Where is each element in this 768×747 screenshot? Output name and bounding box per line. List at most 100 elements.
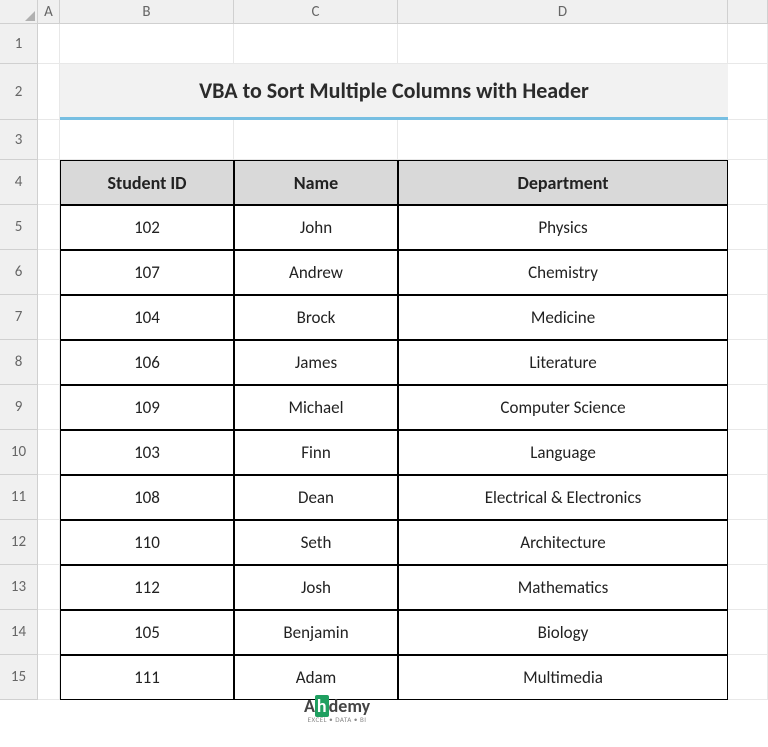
cell-blank[interactable] [728, 475, 768, 520]
table-cell-dept[interactable]: Language [398, 430, 728, 475]
table-cell-name[interactable]: Josh [234, 565, 398, 610]
row-header-6[interactable]: 6 [0, 250, 38, 295]
cell-blank[interactable] [728, 655, 768, 700]
cell-A14[interactable] [38, 610, 60, 655]
cell-A7[interactable] [38, 295, 60, 340]
table-cell-name[interactable]: Seth [234, 520, 398, 565]
table-cell-id[interactable]: 104 [60, 295, 234, 340]
table-cell-dept[interactable]: Architecture [398, 520, 728, 565]
table-cell-dept[interactable]: Physics [398, 205, 728, 250]
watermark-text: h [315, 695, 329, 717]
table-header-student-id[interactable]: Student ID [60, 160, 234, 205]
cell-A10[interactable] [38, 430, 60, 475]
cell-A2[interactable] [38, 64, 60, 120]
table-cell-id[interactable]: 112 [60, 565, 234, 610]
table-cell-id[interactable]: 102 [60, 205, 234, 250]
table-cell-name[interactable]: Dean [234, 475, 398, 520]
table-cell-name[interactable]: Finn [234, 430, 398, 475]
table-header-name[interactable]: Name [234, 160, 398, 205]
table-cell-dept[interactable]: Literature [398, 340, 728, 385]
cell-A11[interactable] [38, 475, 60, 520]
cell-blank[interactable] [728, 385, 768, 430]
cell-blank[interactable] [728, 430, 768, 475]
table-cell-name[interactable]: Brock [234, 295, 398, 340]
col-header-C[interactable]: C [234, 0, 398, 24]
table-cell-id[interactable]: 106 [60, 340, 234, 385]
cell-blank[interactable] [728, 205, 768, 250]
row-header-9[interactable]: 9 [0, 385, 38, 430]
cell-blank[interactable] [728, 340, 768, 385]
table-cell-dept[interactable]: Computer Science [398, 385, 728, 430]
cell-A9[interactable] [38, 385, 60, 430]
cell-blank[interactable] [398, 24, 728, 64]
row-header-4[interactable]: 4 [0, 160, 38, 205]
row-header-2[interactable]: 2 [0, 64, 38, 120]
watermark-text: demy [329, 695, 371, 717]
cell-blank[interactable] [234, 24, 398, 64]
col-header-E[interactable] [728, 0, 768, 24]
cell-blank[interactable] [728, 120, 768, 160]
table-cell-id[interactable]: 111 [60, 655, 234, 700]
table-cell-dept[interactable]: Medicine [398, 295, 728, 340]
table-cell-dept[interactable]: Mathematics [398, 565, 728, 610]
cell-blank[interactable] [60, 24, 234, 64]
row-header-5[interactable]: 5 [0, 205, 38, 250]
cell-A13[interactable] [38, 565, 60, 610]
cell-blank[interactable] [728, 64, 768, 120]
cell-A12[interactable] [38, 520, 60, 565]
cell-blank[interactable] [728, 610, 768, 655]
watermark-text: A [304, 695, 315, 717]
watermark-tagline: EXCEL • DATA • BI [304, 715, 370, 724]
table-header-department[interactable]: Department [398, 160, 728, 205]
cell-blank[interactable] [728, 250, 768, 295]
row-header-13[interactable]: 13 [0, 565, 38, 610]
table-cell-dept[interactable]: Multimedia [398, 655, 728, 700]
cell-blank[interactable] [728, 520, 768, 565]
row-header-12[interactable]: 12 [0, 520, 38, 565]
cell-A1[interactable] [38, 24, 60, 64]
table-cell-id[interactable]: 109 [60, 385, 234, 430]
table-cell-dept[interactable]: Electrical & Electronics [398, 475, 728, 520]
watermark: Ahdemy EXCEL • DATA • BI [304, 695, 370, 724]
cell-A6[interactable] [38, 250, 60, 295]
row-header-8[interactable]: 8 [0, 340, 38, 385]
row-header-1[interactable]: 1 [0, 24, 38, 64]
table-cell-id[interactable]: 105 [60, 610, 234, 655]
table-cell-name[interactable]: Adam [234, 655, 398, 700]
col-header-B[interactable]: B [60, 0, 234, 24]
table-cell-dept[interactable]: Biology [398, 610, 728, 655]
table-cell-id[interactable]: 108 [60, 475, 234, 520]
table-cell-name[interactable]: Benjamin [234, 610, 398, 655]
spreadsheet-grid: A B C D 123456789101112131415VBA to Sort… [0, 0, 768, 700]
table-cell-name[interactable]: Andrew [234, 250, 398, 295]
page-title[interactable]: VBA to Sort Multiple Columns with Header [60, 64, 728, 120]
cell-A5[interactable] [38, 205, 60, 250]
table-cell-name[interactable]: John [234, 205, 398, 250]
cell-A4[interactable] [38, 160, 60, 205]
cell-blank[interactable] [728, 565, 768, 610]
cell-A8[interactable] [38, 340, 60, 385]
cell-blank[interactable] [398, 120, 728, 160]
cell-blank[interactable] [60, 120, 234, 160]
row-header-15[interactable]: 15 [0, 655, 38, 700]
row-header-10[interactable]: 10 [0, 430, 38, 475]
select-all-corner[interactable] [0, 0, 38, 24]
col-header-A[interactable]: A [38, 0, 60, 24]
cell-A15[interactable] [38, 655, 60, 700]
table-cell-id[interactable]: 110 [60, 520, 234, 565]
table-cell-id[interactable]: 107 [60, 250, 234, 295]
cell-blank[interactable] [728, 160, 768, 205]
row-header-14[interactable]: 14 [0, 610, 38, 655]
table-cell-dept[interactable]: Chemistry [398, 250, 728, 295]
cell-blank[interactable] [728, 24, 768, 64]
cell-blank[interactable] [234, 120, 398, 160]
col-header-D[interactable]: D [398, 0, 728, 24]
row-header-11[interactable]: 11 [0, 475, 38, 520]
cell-blank[interactable] [728, 295, 768, 340]
table-cell-name[interactable]: Michael [234, 385, 398, 430]
row-header-3[interactable]: 3 [0, 120, 38, 160]
cell-A3[interactable] [38, 120, 60, 160]
table-cell-name[interactable]: James [234, 340, 398, 385]
table-cell-id[interactable]: 103 [60, 430, 234, 475]
row-header-7[interactable]: 7 [0, 295, 38, 340]
